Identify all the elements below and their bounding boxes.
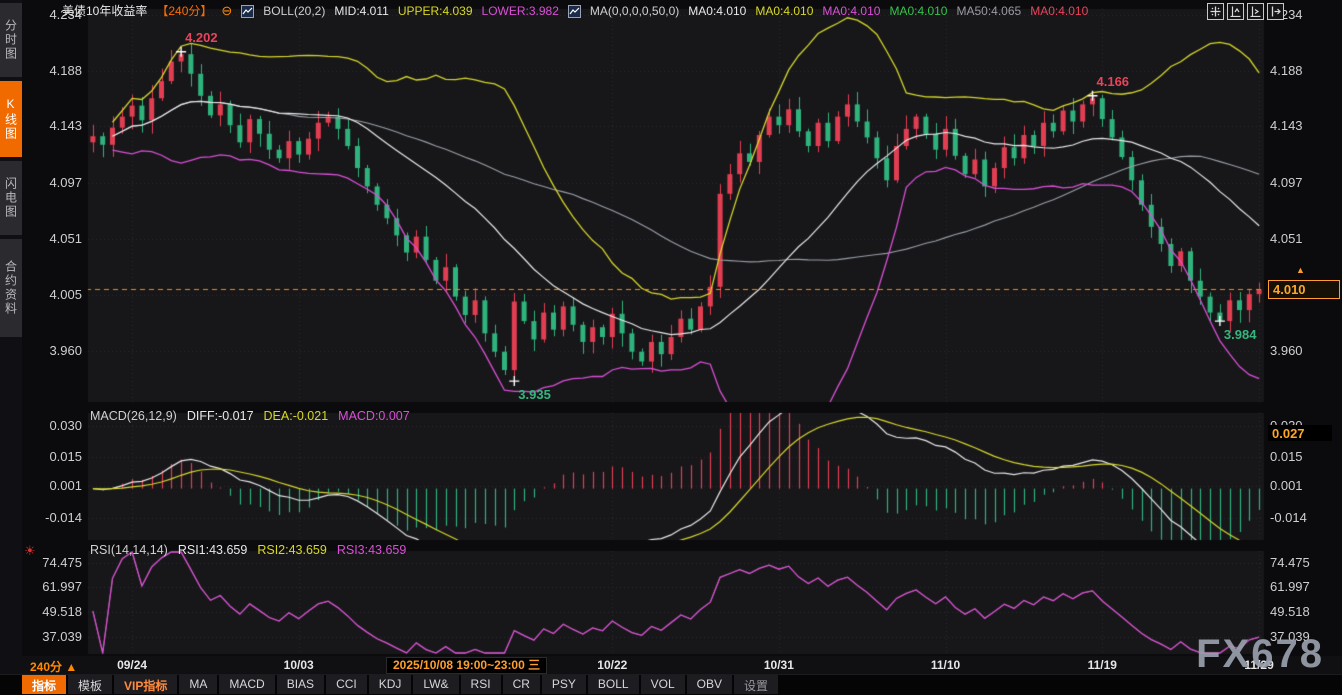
rsi-y-label: 49.518 <box>1270 604 1330 619</box>
header-token: MA50:4.065 <box>956 4 1021 18</box>
macd-y-label: 0.001 <box>1270 478 1330 493</box>
x-axis-date-label: 10/03 <box>269 658 329 672</box>
x-axis-row: 240分 ▲ 2025/10/08 19:00~23:00 三 09/24 10/… <box>22 656 1342 674</box>
toolbar-item-模板[interactable]: 模板 <box>68 675 112 694</box>
rsi-y-label: 61.997 <box>22 579 82 594</box>
sidebar-tab-2[interactable]: K线图 <box>0 81 22 157</box>
macd-y-label: -0.014 <box>1270 510 1330 525</box>
price-arrow-icon: ▲ <box>1296 265 1308 275</box>
sidebar-tab-3[interactable]: 闪电图 <box>0 161 22 235</box>
header-token: LOWER:3.982 <box>482 4 559 18</box>
indicator-thumb-icon <box>241 5 254 18</box>
crosshair-date-tooltip: 2025/10/08 19:00~23:00 三 <box>386 657 547 674</box>
period-selector[interactable]: 240分 ▲ <box>30 658 77 675</box>
main-y-label: 4.097 <box>1270 175 1330 190</box>
toolbar-item-rsi[interactable]: RSI <box>461 675 501 694</box>
price-annotation: 4.166 <box>1097 74 1130 89</box>
toolbar-item-boll[interactable]: BOLL <box>588 675 639 694</box>
alert-icon[interactable]: ☀ <box>24 543 36 559</box>
indicator-header-token: MACD:0.007 <box>338 409 410 423</box>
header-token: 美债10年收益率 <box>62 4 147 18</box>
macd-y-label: 0.015 <box>1270 449 1330 464</box>
price-annotation: 3.935 <box>518 387 551 402</box>
toolbar-item-kdj[interactable]: KDJ <box>369 675 412 694</box>
rsi-y-label: 37.039 <box>22 629 82 644</box>
header-token: BOLL(20,2) <box>263 4 325 18</box>
main-y-label: 4.097 <box>22 175 82 190</box>
minus-circle-icon[interactable]: ⊖ <box>221 3 232 19</box>
main-y-label: 4.143 <box>22 118 82 133</box>
chart-header: 美债10年收益率【240分】 ⊖ BOLL(20,2) MID:4.011 UPPER:… <box>62 3 1088 19</box>
crosshair-tool-icon[interactable] <box>1207 3 1224 20</box>
scale-right-icon[interactable] <box>1247 3 1264 20</box>
main-y-label: 4.051 <box>1270 231 1330 246</box>
x-axis-date-label: 10/22 <box>582 658 642 672</box>
price-annotation: 3.984 <box>1224 327 1257 342</box>
toolbar-item-cr[interactable]: CR <box>503 675 540 694</box>
x-axis-date-label: 11/10 <box>916 658 976 672</box>
main-y-label: 3.960 <box>22 343 82 358</box>
toolbar-item-指标[interactable]: 指标 <box>22 675 66 694</box>
rsi-header: RSI(14,14,14) RSI1:43.659 RSI2:43.659 RSI3:… <box>90 543 406 557</box>
x-axis-date-label: 09/24 <box>102 658 162 672</box>
x-axis-date-label: 10/31 <box>749 658 809 672</box>
watermark: FX678 <box>1196 632 1324 677</box>
indicator-header-token: DEA:-0.021 <box>264 409 329 423</box>
rsi-y-label: 61.997 <box>1270 579 1330 594</box>
main-y-label: 4.005 <box>22 287 82 302</box>
header-token: MA(0,0,0,0,50,0) <box>590 4 679 18</box>
indicator-header-token: RSI1:43.659 <box>178 543 248 557</box>
header-token: MA0:4.010 <box>755 4 813 18</box>
header-token: 【240分】 <box>156 4 212 18</box>
macd-y-label: 0.001 <box>22 478 82 493</box>
main-y-label: 4.051 <box>22 231 82 246</box>
macd-header: MACD(26,12,9) DIFF:-0.017 DEA:-0.021 MACD:0… <box>90 409 410 423</box>
indicator-header-token: RSI2:43.659 <box>257 543 327 557</box>
bottom-toolbar: 指标模板VIP指标MAMACDBIASCCIKDJLW&RSICRPSYBOLL… <box>0 674 1342 695</box>
toolbar-item-psy[interactable]: PSY <box>542 675 586 694</box>
price-annotation: 4.202 <box>185 30 218 45</box>
toolbar-item-bias[interactable]: BIAS <box>277 675 324 694</box>
window-icons <box>1207 3 1284 20</box>
header-token: MID:4.011 <box>334 4 388 18</box>
sidebar-tab-4[interactable]: 合约资料 <box>0 239 22 337</box>
header-token: MA0:4.010 <box>1030 4 1088 18</box>
main-y-label: 3.960 <box>1270 343 1330 358</box>
header-token: MA0:4.010 <box>889 4 947 18</box>
macd-y-label: 0.015 <box>22 449 82 464</box>
main-y-label: 4.188 <box>22 63 82 78</box>
macd-y-label: -0.014 <box>22 510 82 525</box>
scale-left-icon[interactable] <box>1227 3 1244 20</box>
main-y-label: 4.143 <box>1270 118 1330 133</box>
sidebar: 分时图 K线图闪电图合约资料 <box>0 0 22 695</box>
indicator-header-token: DIFF:-0.017 <box>187 409 254 423</box>
macd-value-box: 0.027 <box>1268 425 1332 441</box>
indicator-header-token: RSI3:43.659 <box>337 543 407 557</box>
header-token: UPPER:4.039 <box>398 4 473 18</box>
toolbar-item-obv[interactable]: OBV <box>687 675 732 694</box>
chart-canvas[interactable] <box>0 0 1342 695</box>
indicator-thumb-icon <box>568 5 581 18</box>
main-y-label: 4.188 <box>1270 63 1330 78</box>
header-token: MA0:4.010 <box>822 4 880 18</box>
pane-expand-icon[interactable] <box>1267 3 1284 20</box>
toolbar-item-vip指标[interactable]: VIP指标 <box>114 675 177 694</box>
toolbar-item-macd[interactable]: MACD <box>219 675 274 694</box>
toolbar-item-cci[interactable]: CCI <box>326 675 367 694</box>
rsi-y-label: 74.475 <box>1270 555 1330 570</box>
indicator-header-token: MACD(26,12,9) <box>90 409 177 423</box>
toolbar-item-lw&[interactable]: LW& <box>413 675 458 694</box>
toolbar-item-ma[interactable]: MA <box>179 675 217 694</box>
toolbar-item-vol[interactable]: VOL <box>641 675 685 694</box>
header-token: MA0:4.010 <box>688 4 746 18</box>
indicator-header-token: RSI(14,14,14) <box>90 543 168 557</box>
current-price-box: 4.010 <box>1268 280 1340 299</box>
rsi-y-label: 49.518 <box>22 604 82 619</box>
toolbar-item-设置[interactable]: 设置 <box>734 675 778 694</box>
charting-app: 分时图 K线图闪电图合约资料 美债10年收益率【240分】 ⊖ BOLL(20,2) M… <box>0 0 1342 695</box>
macd-y-label: 0.030 <box>22 418 82 433</box>
sidebar-tab-1[interactable]: 分时图 <box>0 3 22 77</box>
x-axis-date-label: 11/19 <box>1072 658 1132 672</box>
